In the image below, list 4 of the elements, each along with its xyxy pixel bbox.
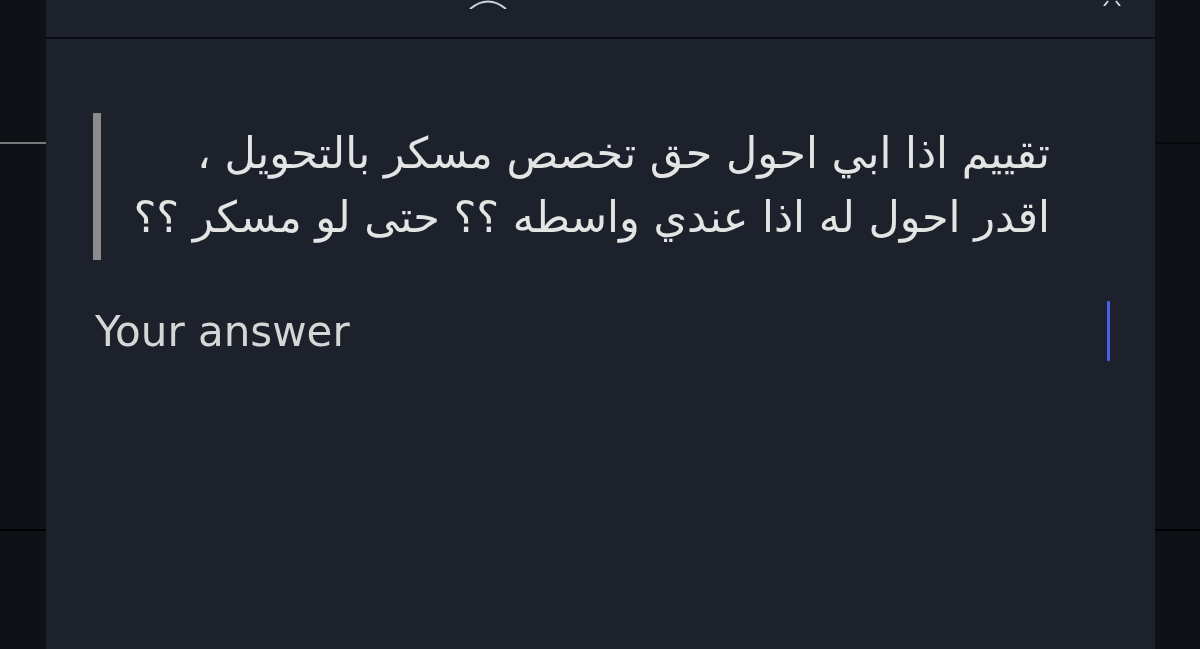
answer-field[interactable]: Your answer (93, 298, 1107, 364)
close-icon[interactable] (1103, 0, 1121, 6)
question-text: تقييم اذا ابي احول حق تخصص مسكر بالتحويل ، اقدر احول له اذا عندي واسطه ؟؟ حتى لو مسكر ؟؟ (132, 127, 1050, 245)
arc-icon (468, 0, 508, 9)
